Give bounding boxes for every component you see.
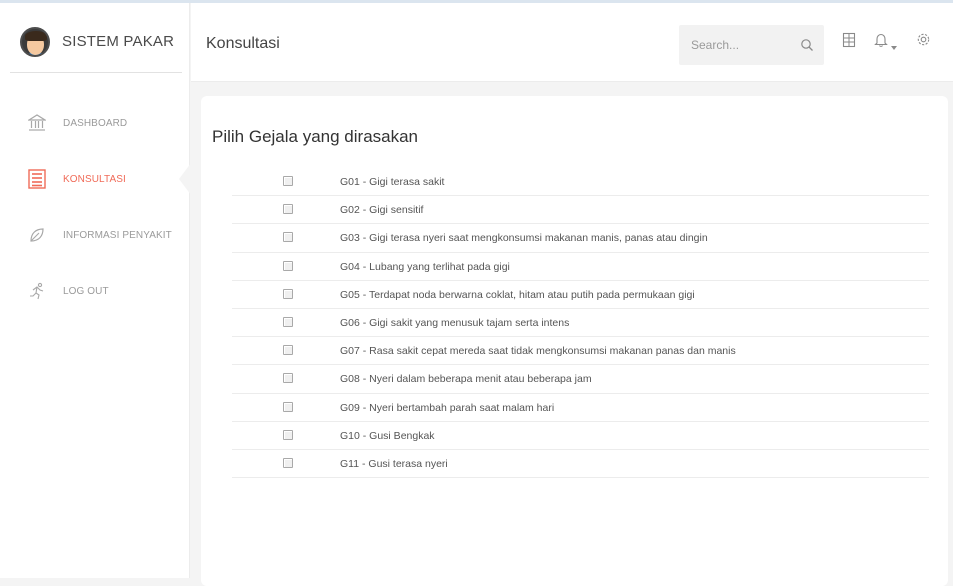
- brand-name: SISTEM PAKAR: [62, 33, 175, 50]
- symptom-label: G05 - Terdapat noda berwarna coklat, hit…: [340, 288, 695, 301]
- sidebar-item-logout[interactable]: LOG OUT: [0, 263, 190, 319]
- list-item: G03 - Gigi terasa nyeri saat mengkonsums…: [232, 224, 929, 253]
- bank-icon: [28, 114, 46, 132]
- search-input[interactable]: [679, 25, 789, 65]
- list-item: G08 - Nyeri dalam beberapa menit atau be…: [232, 365, 929, 394]
- sidebar-item-label: DASHBOARD: [63, 117, 128, 129]
- sidebar-item-dashboard[interactable]: DASHBOARD: [0, 95, 190, 151]
- symptom-label: G01 - Gigi terasa sakit: [340, 176, 445, 188]
- symptom-checkbox[interactable]: [283, 401, 293, 412]
- brand[interactable]: SISTEM PAKAR: [10, 11, 182, 73]
- search-box: [679, 25, 824, 65]
- run-icon: [28, 282, 46, 300]
- list-item: G07 - Rasa sakit cepat mereda saat tidak…: [232, 337, 929, 366]
- symptom-list: G01 - Gigi terasa sakit G02 - Gigi sensi…: [232, 168, 929, 479]
- sidebar-item-label: LOG OUT: [63, 285, 109, 297]
- avatar: [20, 26, 50, 57]
- symptom-label: G10 - Gusi Bengkak: [340, 429, 435, 442]
- sidebar: SISTEM PAKAR DASHBOARD KONSULTASI INFORM…: [0, 3, 191, 578]
- symptom-checkbox[interactable]: [283, 204, 293, 215]
- bell-icon[interactable]: [874, 32, 888, 53]
- sidebar-item-informasi-penyakit[interactable]: INFORMASI PENYAKIT: [0, 207, 190, 263]
- symptom-checkbox[interactable]: [283, 345, 293, 356]
- grid-icon[interactable]: [842, 32, 856, 53]
- list-item: G01 - Gigi terasa sakit: [232, 168, 929, 197]
- symptom-checkbox[interactable]: [283, 260, 293, 271]
- caret-down-icon[interactable]: [891, 38, 897, 56]
- list-item: G06 - Gigi sakit yang menusuk tajam sert…: [232, 309, 929, 338]
- sidebar-item-konsultasi[interactable]: KONSULTASI: [0, 151, 191, 207]
- list-item: G02 - Gigi sensitif: [232, 196, 929, 225]
- symptom-label: G08 - Nyeri dalam beberapa menit atau be…: [340, 373, 592, 386]
- leaf-icon: [28, 226, 46, 244]
- list-item: G04 - Lubang yang terlihat pada gigi: [232, 253, 929, 281]
- sidebar-item-label: INFORMASI PENYAKIT: [63, 229, 172, 241]
- page-title: Konsultasi: [206, 35, 280, 52]
- list-item: G10 - Gusi Bengkak: [232, 422, 929, 450]
- search-icon[interactable]: [800, 38, 814, 57]
- card-title: Pilih Gejala yang dirasakan: [212, 127, 419, 146]
- symptom-checkbox[interactable]: [283, 429, 293, 440]
- symptom-card: Pilih Gejala yang dirasakan G01 - Gigi t…: [201, 96, 948, 586]
- symptom-checkbox[interactable]: [283, 176, 293, 186]
- symptom-label: G04 - Lubang yang terlihat pada gigi: [340, 260, 510, 273]
- symptom-checkbox[interactable]: [283, 457, 293, 468]
- symptom-label: G09 - Nyeri bertambah parah saat malam h…: [340, 401, 555, 414]
- symptom-checkbox[interactable]: [283, 316, 293, 327]
- sidebar-nav: DASHBOARD KONSULTASI INFORMASI PENYAKIT …: [0, 95, 191, 319]
- sidebar-item-label: KONSULTASI: [63, 173, 126, 185]
- symptom-label: G06 - Gigi sakit yang menusuk tajam sert…: [340, 316, 570, 329]
- gear-icon[interactable]: [916, 32, 931, 52]
- top-header: Konsultasi: [191, 3, 953, 82]
- symptom-checkbox[interactable]: [283, 373, 293, 384]
- symptom-label: G07 - Rasa sakit cepat mereda saat tidak…: [340, 345, 736, 358]
- symptom-checkbox[interactable]: [283, 288, 293, 299]
- symptom-checkbox[interactable]: [283, 232, 293, 243]
- list-item: G05 - Terdapat noda berwarna coklat, hit…: [232, 281, 929, 309]
- symptom-label: G03 - Gigi terasa nyeri saat mengkonsums…: [340, 232, 708, 245]
- list-item: G11 - Gusi terasa nyeri: [232, 450, 929, 479]
- list-item: G09 - Nyeri bertambah parah saat malam h…: [232, 394, 929, 422]
- list-icon: [28, 169, 46, 189]
- symptom-label: G11 - Gusi terasa nyeri: [340, 457, 448, 470]
- symptom-label: G02 - Gigi sensitif: [340, 204, 424, 217]
